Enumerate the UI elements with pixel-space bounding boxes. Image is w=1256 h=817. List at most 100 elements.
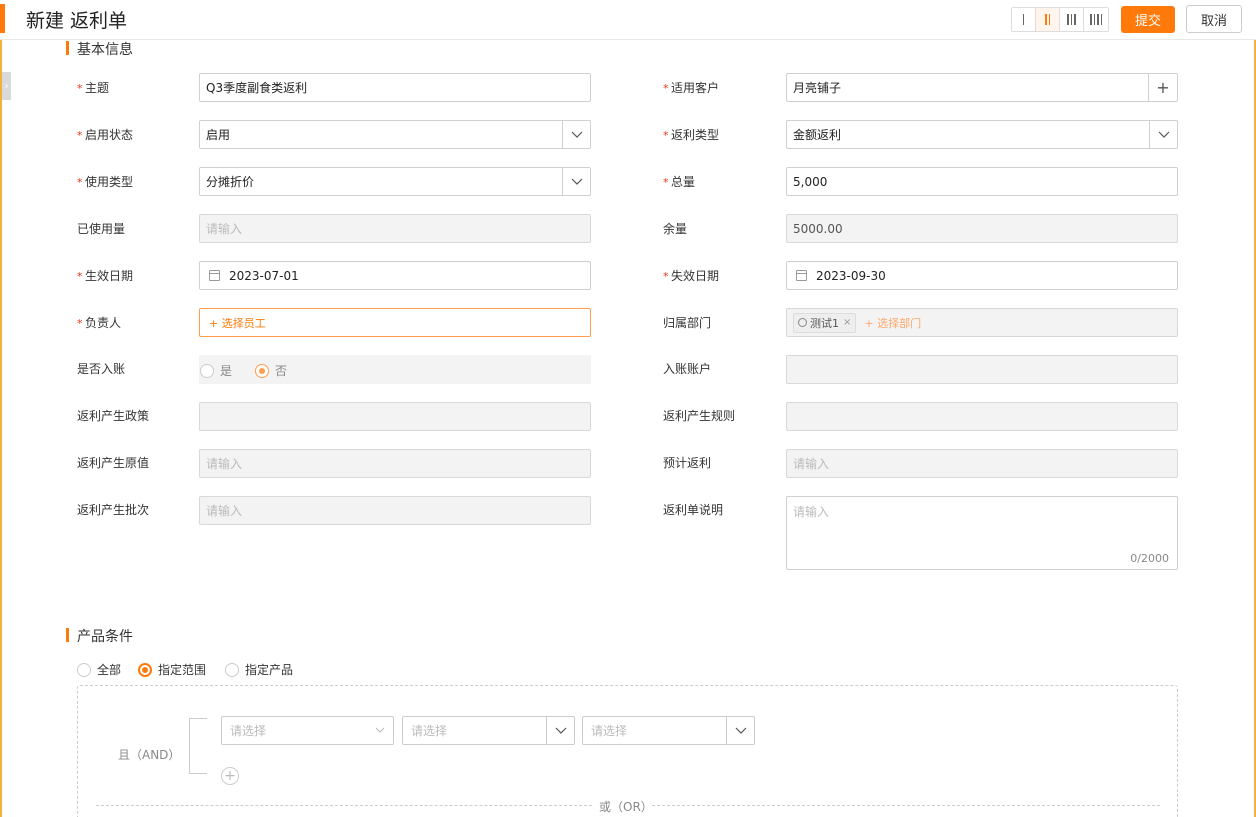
scope-product-label: 指定产品 [245,663,294,677]
radio-scope-all[interactable] [77,662,91,677]
label-status: 启用状态 [77,128,133,143]
label-rebate-type: 返利类型 [663,128,719,143]
add-customer-button[interactable]: + [1148,74,1177,101]
rule-input [786,402,1178,431]
expected-input: 请输入 [786,449,1178,478]
label-orig-value: 返利产生原值 [77,456,150,470]
add-condition-button[interactable]: + [221,767,239,785]
label-rule: 返利产生规则 [663,409,736,423]
section-title-basic-info: 基本信息 [66,39,133,59]
submit-button[interactable]: 提交 [1121,6,1175,33]
chevron-down-icon[interactable] [726,717,754,744]
chevron-down-icon[interactable] [562,121,590,148]
usage-type-select[interactable]: 分摊折价 [199,167,591,196]
remark-placeholder: 请输入 [793,505,830,519]
condition-operator-select[interactable]: 请选择 [402,716,575,745]
remark-char-counter: 0/2000 [1130,552,1169,565]
layout-3-column-button[interactable] [1060,8,1084,31]
rebate-type-select[interactable]: 金额返利 [786,120,1178,149]
close-icon[interactable]: × [843,317,851,328]
expected-placeholder: 请输入 [793,457,830,471]
window-frame-left [0,0,2,817]
scope-all-option[interactable]: 全部 [77,661,121,678]
policy-input [199,402,591,431]
posted-yes-option[interactable]: 是 [200,362,232,379]
total-value: 5,000 [793,174,828,189]
label-batch: 返利产生批次 [77,503,150,517]
posted-no-option[interactable]: 否 [255,362,287,379]
section-title-product-conditions: 产品条件 [66,626,133,646]
condition-field-placeholder: 请选择 [230,724,267,738]
layout-4-column-button[interactable] [1084,8,1108,31]
and-label: 且（AND） [118,748,181,762]
radio-no-label: 否 [275,364,288,378]
orig-value-placeholder: 请输入 [206,457,243,471]
department-tag: 测试1 × [793,312,857,333]
chevron-down-icon[interactable] [562,168,590,195]
radio-scope-range[interactable] [138,662,152,677]
column-layout-switch [1011,7,1109,32]
chevron-down-icon[interactable] [546,717,574,744]
radio-no[interactable] [255,363,269,378]
label-expected: 预计返利 [663,456,712,470]
calendar-icon [209,270,220,281]
remaining-input: 5000.00 [786,214,1178,243]
condition-field-select[interactable]: 请选择 [221,716,394,745]
layout-1-column-button[interactable] [1012,8,1036,31]
label-customer: 适用客户 [663,81,719,96]
radio-yes[interactable] [200,363,214,378]
layout-2-column-button[interactable] [1036,8,1060,31]
label-owner: 负责人 [77,316,121,331]
remark-textarea[interactable]: 请输入 0/2000 [786,496,1178,570]
label-remark: 返利单说明 [663,503,724,517]
department-tag-label: 测试1 [810,316,839,330]
condition-value-placeholder: 请选择 [591,724,628,738]
header-accent-bar [0,4,5,33]
condition-value-select[interactable]: 请选择 [582,716,755,745]
chevron-down-icon [375,727,385,733]
batch-placeholder: 请输入 [206,504,243,518]
scope-range-option[interactable]: 指定范围 [138,661,206,678]
effective-date-picker[interactable]: 2023-07-01 [199,261,591,290]
label-department: 归属部门 [663,316,712,330]
customer-input[interactable]: 月亮铺子 + [786,73,1178,102]
label-account: 入账账户 [663,362,712,376]
scope-all-label: 全部 [97,663,122,677]
account-input [786,355,1178,384]
rebate-type-value: 金额返利 [793,128,842,142]
expiry-date-value: 2023-09-30 [816,268,886,283]
cancel-button[interactable]: 取消 [1186,5,1242,33]
select-department-link[interactable]: + 选择部门 [864,315,921,331]
subject-input[interactable]: Q3季度副食类返利 [199,73,591,102]
label-effective-date: 生效日期 [77,269,133,284]
scope-product-option[interactable]: 指定产品 [225,661,293,678]
owner-select[interactable]: + 选择员工 [199,308,591,337]
orig-value-input: 请输入 [199,449,591,478]
subject-value: Q3季度副食类返利 [206,81,308,95]
used-placeholder: 请输入 [206,222,243,236]
department-icon [798,318,807,327]
label-remaining: 余量 [663,222,688,236]
select-employee-link[interactable]: + 选择员工 [209,315,266,331]
batch-input: 请输入 [199,496,591,525]
calendar-icon [796,270,807,281]
usage-type-value: 分摊折价 [206,175,255,189]
expiry-date-picker[interactable]: 2023-09-30 [786,261,1178,290]
department-select[interactable]: 测试1 × + 选择部门 [786,308,1178,337]
sidebar-expand-handle[interactable]: › [2,72,11,100]
label-policy: 返利产生政策 [77,409,150,423]
label-total: 总量 [663,175,695,190]
scope-range-label: 指定范围 [158,663,207,677]
customer-value: 月亮铺子 [793,81,842,95]
status-value: 启用 [206,128,231,142]
chevron-down-icon[interactable] [1149,121,1177,148]
radio-scope-product[interactable] [225,662,239,677]
or-divider-left [96,805,592,806]
condition-operator-placeholder: 请选择 [411,724,448,738]
page-title: 新建 返利单 [26,10,128,32]
and-bracket [189,718,207,774]
plus-icon: + [224,768,236,784]
total-input[interactable]: 5,000 [786,167,1178,196]
radio-yes-label: 是 [220,364,233,378]
status-select[interactable]: 启用 [199,120,591,149]
